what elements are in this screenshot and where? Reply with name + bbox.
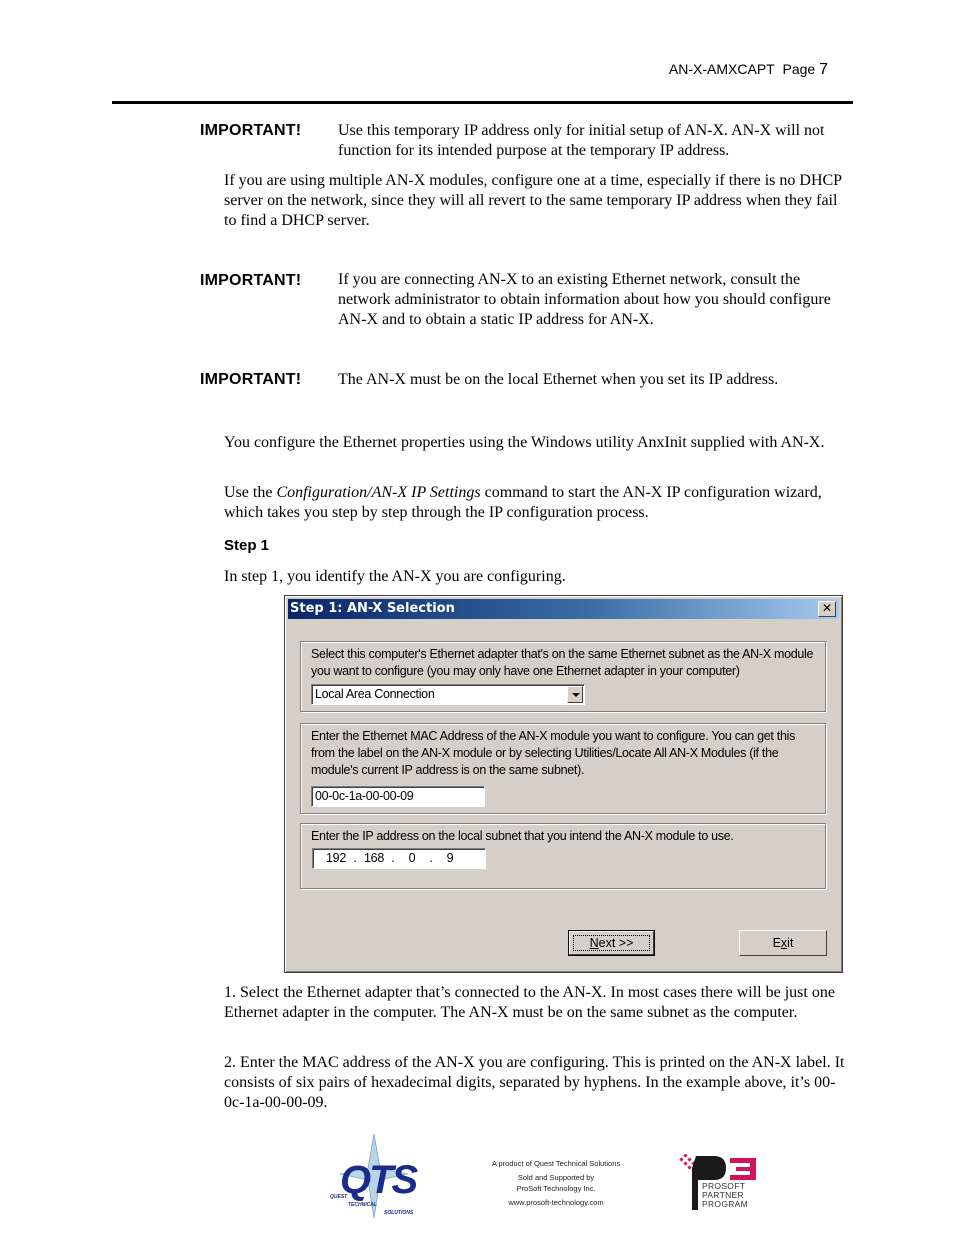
ip-dot: .	[429, 851, 433, 865]
ip-instructions: Enter the IP address on the local subnet…	[311, 829, 734, 843]
qts-sub: SOLUTIONS	[384, 1210, 414, 1216]
dialog-titlebar: Step 1: AN-X Selection ✕	[288, 599, 839, 619]
mac-instructions: Enter the Ethernet MAC Address of the AN…	[311, 729, 796, 777]
ip-address-input[interactable]: 192. 168. 0. 9	[312, 848, 486, 869]
exit-label: it	[787, 936, 794, 950]
next-button[interactable]: Next >>	[568, 930, 655, 956]
ip-octet-2[interactable]: 168	[359, 849, 389, 868]
important-label: IMPORTANT!	[200, 371, 302, 388]
important-text: The AN-X must be on the local Ethernet w…	[338, 371, 779, 388]
footer-text: A product of Quest Technical Solutions S…	[470, 1158, 642, 1211]
page-header: AN-X-AMXCAPT Page 7	[669, 61, 828, 79]
important-text: If you are connecting AN-X to an existin…	[338, 271, 831, 328]
important-label: IMPORTANT!	[200, 122, 302, 139]
chevron-down-icon[interactable]	[567, 686, 583, 703]
qts-sub: TECHNICAL	[348, 1202, 377, 1208]
footer-line: A product of Quest Technical Solutions	[491, 1159, 621, 1168]
command-name: Configuration/AN-X IP Settings	[276, 484, 481, 501]
ip-dot: .	[391, 851, 395, 865]
ip-octet-4[interactable]: 9	[435, 849, 465, 868]
close-icon: ✕	[821, 601, 833, 615]
qts-sub: QUEST	[330, 1194, 348, 1200]
p3-line: PROGRAM	[702, 1199, 749, 1209]
exit-label: E	[772, 936, 781, 950]
p3-text: PROSOFT PARTNER PROGRAM	[702, 1182, 748, 1209]
footer-link[interactable]: www.prosoft-technology.com	[470, 1197, 642, 1208]
mac-group: Enter the Ethernet MAC Address of the AN…	[300, 723, 826, 814]
footer-line: ProSoft Technology Inc.	[516, 1184, 596, 1193]
paragraph-use-command: Use the Configuration/AN-X IP Settings c…	[224, 483, 848, 523]
exit-button[interactable]: Exit	[739, 930, 827, 956]
paragraph-step-item-2: 2. Enter the MAC address of the AN-X you…	[224, 1054, 845, 1111]
paragraph-configure-utility: You configure the Ethernet properties us…	[224, 434, 825, 451]
ip-octet-3[interactable]: 0	[397, 849, 427, 868]
ip-dot: .	[353, 851, 357, 865]
adapter-select[interactable]: Local Area Connection	[311, 684, 585, 705]
close-button[interactable]: ✕	[818, 601, 836, 617]
mac-address-input[interactable]: 00-0c-1a-00-00-09	[311, 786, 485, 807]
prosoft-partner-logo: PROSOFT PARTNER PROGRAM	[678, 1153, 760, 1212]
next-mnemonic: N	[589, 936, 599, 950]
ip-group: Enter the IP address on the local subnet…	[300, 823, 826, 889]
adapter-instructions: Select this computer's Ethernet adapter …	[311, 647, 814, 678]
text-run: Use the	[224, 484, 277, 501]
ip-octet-1[interactable]: 192	[321, 849, 351, 868]
adapter-selected-value: Local Area Connection	[315, 687, 435, 701]
paragraph-step-item-1: 1. Select the Ethernet adapter that’s co…	[224, 984, 835, 1021]
important-text: Use this temporary IP address only for i…	[338, 122, 825, 159]
dialog-title: Step 1: AN-X Selection	[290, 601, 455, 616]
qts-letters: QTS	[340, 1158, 418, 1202]
page-number: 7	[819, 61, 828, 78]
footer-line: Sold and Supported by	[517, 1173, 595, 1182]
adapter-group: Select this computer's Ethernet adapter …	[300, 641, 826, 712]
header-rule	[112, 101, 853, 104]
step-heading: Step 1	[224, 537, 270, 554]
doc-id: AN-X-AMXCAPT	[668, 61, 775, 77]
important-label: IMPORTANT!	[200, 272, 302, 289]
mac-address-value: 00-0c-1a-00-00-09	[315, 789, 414, 803]
qts-logo: QTS QUEST TECHNICAL SOLUTIONS	[328, 1133, 428, 1219]
next-label: ext >>	[598, 936, 634, 950]
page-label: Page	[782, 61, 816, 77]
paragraph-step-intro: In step 1, you identify the AN-X you are…	[224, 568, 566, 585]
paragraph-multiple-modules: If you are using multiple AN-X modules, …	[224, 172, 842, 229]
step1-dialog: Step 1: AN-X Selection ✕ Select this com…	[284, 595, 843, 973]
